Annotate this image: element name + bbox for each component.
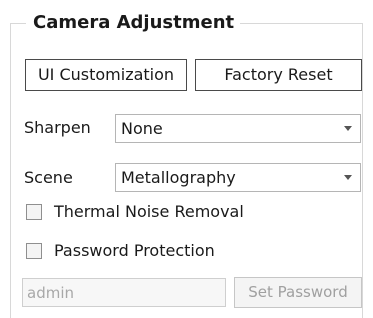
thermal-noise-removal-label: Thermal Noise Removal: [54, 202, 244, 221]
password-protection-label: Password Protection: [54, 241, 215, 260]
sharpen-dropdown[interactable]: None: [115, 114, 361, 143]
scene-dropdown-value: Metallography: [121, 168, 236, 187]
scene-dropdown[interactable]: Metallography: [115, 163, 361, 192]
checkbox-unchecked-icon[interactable]: [26, 204, 42, 220]
set-password-button[interactable]: Set Password: [234, 277, 362, 308]
group-title: Camera Adjustment: [26, 11, 241, 35]
chevron-down-icon: [344, 175, 352, 180]
camera-adjustment-panel: Camera Adjustment UI Customization Facto…: [0, 0, 373, 318]
scene-label: Scene: [24, 168, 73, 187]
password-input[interactable]: admin: [22, 278, 226, 307]
chevron-down-icon: [344, 126, 352, 131]
ui-customization-button[interactable]: UI Customization: [25, 59, 187, 91]
sharpen-dropdown-value: None: [121, 119, 163, 138]
sharpen-label: Sharpen: [24, 118, 91, 137]
factory-reset-button[interactable]: Factory Reset: [195, 59, 362, 91]
password-input-value: admin: [27, 284, 74, 302]
checkbox-unchecked-icon[interactable]: [26, 243, 42, 259]
